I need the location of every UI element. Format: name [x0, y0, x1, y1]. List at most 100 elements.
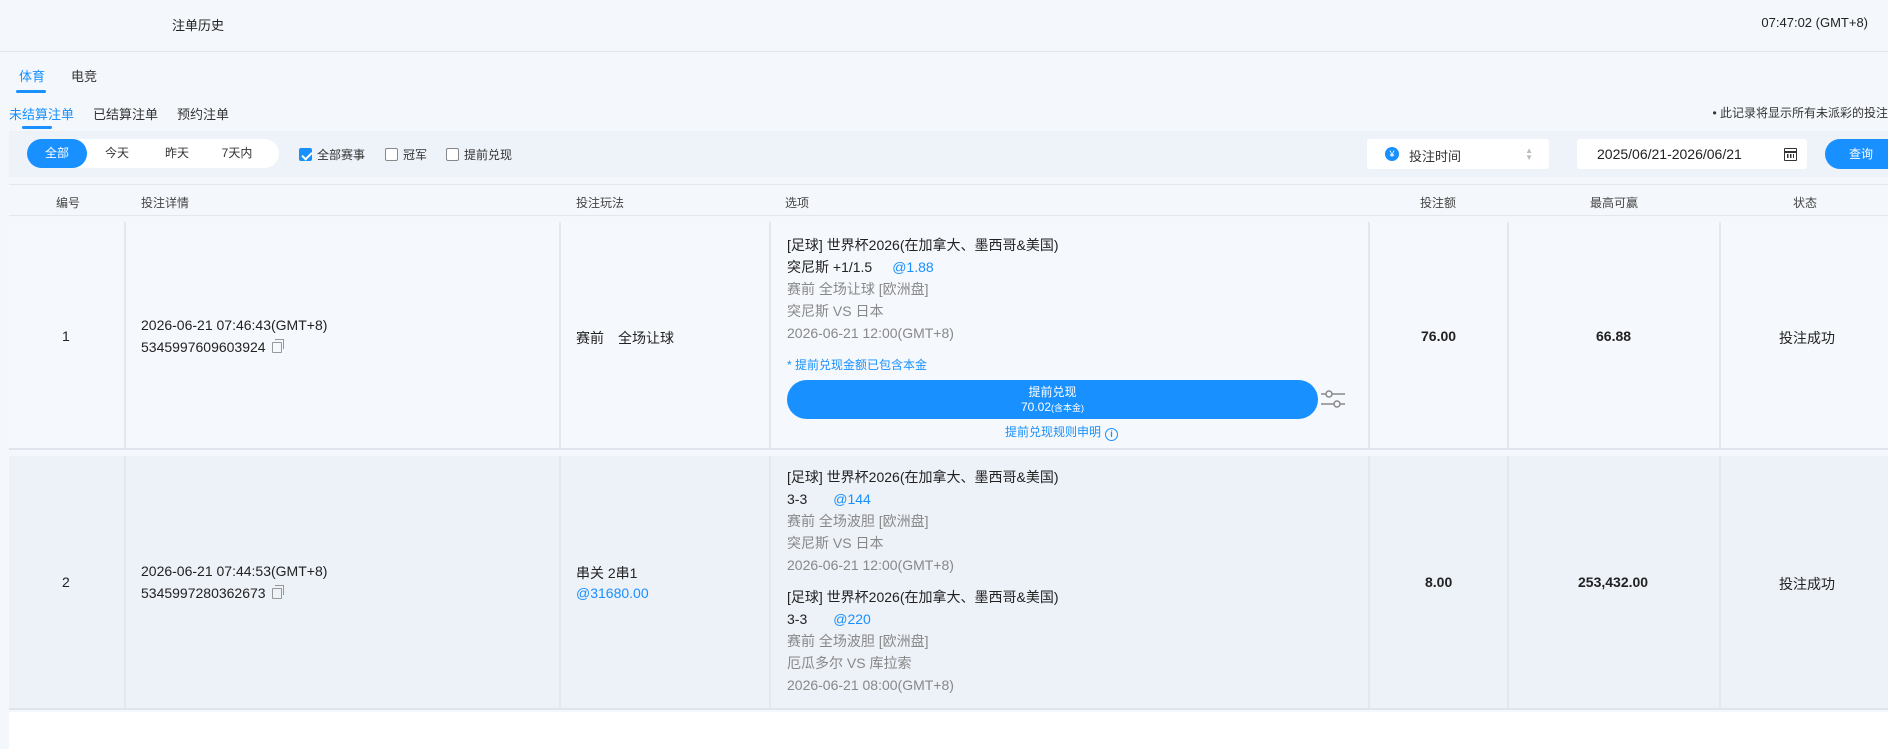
bet-id-wrap: 5345997280362673 [141, 585, 284, 601]
date-range-value: 2025/06/21-2026/06/21 [1597, 146, 1742, 162]
cashout-button[interactable]: 提前兑现 70.02(含本金) [787, 380, 1318, 419]
checkbox-checked-icon [299, 148, 312, 161]
pick-line: 3-3 @220 [787, 608, 1058, 630]
table-row: 1 2026-06-21 07:46:43(GMT+8) 53459976096… [9, 222, 1888, 450]
table-header: 编号 投注详情 投注玩法 选项 投注额 最高可赢 状态 [9, 184, 1888, 216]
all-events-checkbox[interactable]: 全部赛事 [299, 146, 365, 163]
yen-icon: ¥ [1385, 147, 1399, 161]
selection-item: [足球] 世界杯2026(在加拿大、墨西哥&美国) 3-3 @220 赛前 全场波… [787, 586, 1058, 696]
top-bar: 注单历史 07:47:02 (GMT+8) [0, 0, 1888, 52]
period-all[interactable]: 全部 [27, 139, 87, 168]
select-arrows-icon: ▲ ▼ [1525, 146, 1533, 162]
kickoff: 2026-06-21 12:00(GMT+8) [787, 557, 954, 573]
kickoff: 2026-06-21 08:00(GMT+8) [787, 677, 954, 693]
pick: 3-3 [787, 491, 808, 507]
period-today[interactable]: 今天 [87, 139, 147, 168]
copy-icon[interactable] [271, 339, 284, 353]
row-index: 2 [62, 574, 70, 590]
pick-odds: @144 [833, 491, 871, 507]
league: [足球] 世界杯2026(在加拿大、墨西哥&美国) [787, 469, 1059, 485]
bet-time: 2026-06-21 07:46:43(GMT+8) [141, 317, 328, 333]
row-index: 1 [62, 328, 70, 344]
tab-unsettled[interactable]: 未结算注单 [9, 104, 74, 123]
pick-odds: @1.88 [892, 259, 934, 275]
market: 赛前 全场波胆 [欧洲盘] [787, 633, 929, 649]
bet-id: 5345997280362673 [141, 585, 266, 601]
cashout-note: * 提前兑现金额已包含本金 [787, 358, 928, 372]
period-yesterday[interactable]: 昨天 [147, 139, 207, 168]
table-row: 2 2026-06-21 07:44:53(GMT+8) 53459972803… [9, 456, 1888, 710]
cashout-amount-line: 70.02(含本金) [787, 400, 1318, 416]
bet-play-odds: @31680.00 [576, 585, 649, 601]
query-button[interactable]: 查询 [1825, 139, 1888, 169]
sport-tabs: 体育 电竞 [0, 52, 1888, 94]
market: 赛前 全场让球 [欧洲盘] [787, 281, 929, 297]
status-text: 投注成功 [1779, 330, 1835, 346]
tab-esports[interactable]: 电竞 [71, 66, 97, 85]
period-7days[interactable]: 7天内 [207, 139, 267, 168]
col-details: 投注详情 [141, 196, 190, 210]
filter-bar: 全部 今天 昨天 7天内 全部赛事 冠军 提前兑现 ¥ 投注时间 ▲ ▼ 2025… [9, 131, 1888, 177]
status-text: 投注成功 [1779, 576, 1835, 592]
checkbox-icon [446, 148, 459, 161]
stake: 8.00 [1425, 574, 1453, 590]
tab-sports[interactable]: 体育 [19, 66, 45, 85]
bet-id: 5345997609603924 [141, 339, 266, 355]
match: 厄瓜多尔 VS 库拉索 [787, 655, 912, 671]
tab-reserved[interactable]: 预约注单 [177, 104, 229, 123]
match: 突尼斯 VS 日本 [787, 303, 884, 319]
calendar-icon [1784, 148, 1797, 161]
outright-checkbox[interactable]: 冠军 [385, 146, 427, 163]
col-play: 投注玩法 [576, 196, 625, 210]
subtab-indicator [22, 126, 52, 129]
match: 突尼斯 VS 日本 [787, 535, 884, 551]
cashout-checkbox[interactable]: 提前兑现 [446, 146, 512, 163]
tab-settled[interactable]: 已结算注单 [93, 104, 158, 123]
tab-indicator [16, 90, 46, 93]
max-win: 66.88 [1596, 328, 1632, 344]
info-icon: i [1105, 428, 1119, 441]
col-max-win: 最高可赢 [1590, 196, 1639, 210]
bet-play: 赛前 全场让球 [576, 330, 674, 346]
col-selection: 选项 [785, 196, 810, 210]
table-footer-area [9, 712, 1888, 749]
cashout-rules-link[interactable]: 提前兑现规则申明 i [1005, 423, 1119, 441]
date-range-picker[interactable]: 2025/06/21-2026/06/21 [1577, 139, 1807, 169]
stake: 76.00 [1421, 328, 1457, 344]
bet-play: 串关 2串1 [576, 565, 638, 581]
pick: 3-3 [787, 611, 808, 627]
league: [足球] 世界杯2026(在加拿大、墨西哥&美国) [787, 237, 1059, 253]
outright-label: 冠军 [403, 148, 428, 162]
slider-icon[interactable] [1320, 387, 1346, 411]
all-events-label: 全部赛事 [317, 148, 366, 162]
col-status: 状态 [1793, 196, 1818, 210]
notice-text: • 此记录将显示所有未派彩的投注 [1712, 106, 1888, 120]
cashout-amount: 70.02 [1020, 400, 1052, 414]
cashout-amount-suffix: (含本金) [1051, 403, 1085, 413]
pick: 突尼斯 +1/1.5 [787, 259, 873, 275]
cashout-rules-label: 提前兑现规则申明 [1005, 425, 1102, 439]
col-index: 编号 [56, 196, 81, 210]
copy-icon[interactable] [271, 585, 284, 599]
bet-id-wrap: 5345997609603924 [141, 339, 284, 355]
bet-status-tabs: 未结算注单 已结算注单 预约注单 • 此记录将显示所有未派彩的投注 [0, 94, 1888, 130]
kickoff: 2026-06-21 12:00(GMT+8) [787, 325, 954, 341]
clock: 07:47:02 (GMT+8) [1761, 15, 1868, 30]
selection-item: [足球] 世界杯2026(在加拿大、墨西哥&美国) 突尼斯 +1/1.5 @1.8… [787, 234, 1058, 344]
market: 赛前 全场波胆 [欧洲盘] [787, 513, 929, 529]
cashout-button-title: 提前兑现 [1028, 385, 1077, 399]
checkbox-icon [385, 148, 398, 161]
sort-select-value: 投注时间 [1409, 149, 1462, 164]
cashout-label: 提前兑现 [464, 148, 513, 162]
period-selector: 全部 今天 昨天 7天内 [27, 139, 279, 168]
league: [足球] 世界杯2026(在加拿大、墨西哥&美国) [787, 589, 1059, 605]
col-stake: 投注额 [1420, 196, 1457, 210]
bet-time: 2026-06-21 07:44:53(GMT+8) [141, 563, 328, 579]
sort-select[interactable]: ¥ 投注时间 ▲ ▼ [1367, 139, 1549, 169]
pick-line: 3-3 @144 [787, 488, 1058, 510]
page-title: 注单历史 [172, 18, 225, 33]
pick-line: 突尼斯 +1/1.5 @1.88 [787, 256, 1058, 278]
pick-odds: @220 [833, 611, 871, 627]
selection-item: [足球] 世界杯2026(在加拿大、墨西哥&美国) 3-3 @144 赛前 全场波… [787, 466, 1058, 576]
max-win: 253,432.00 [1578, 574, 1649, 590]
